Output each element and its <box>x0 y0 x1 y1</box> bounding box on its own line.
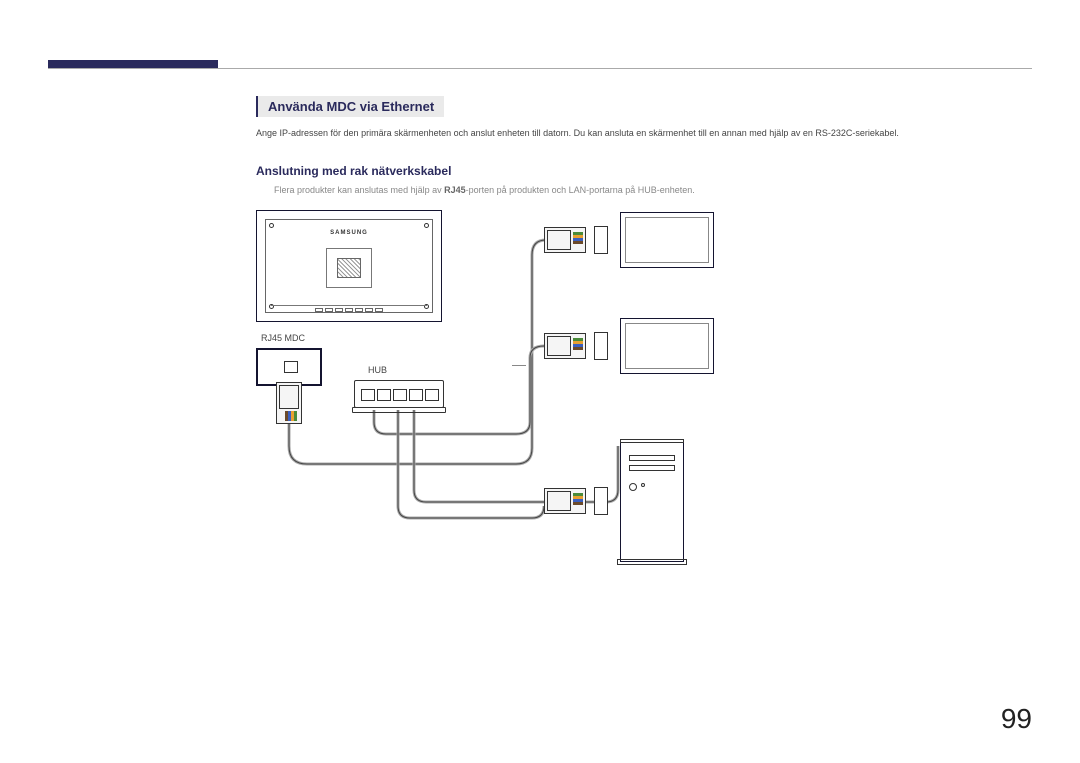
hub-icon <box>354 380 444 408</box>
note-bold: RJ45 <box>444 185 466 195</box>
sub-title: Anslutning med rak nätverkskabel <box>256 164 451 178</box>
brand-label: SAMSUNG <box>266 230 432 236</box>
socket-icon-b <box>594 226 608 254</box>
section-title: Använda MDC via Ethernet <box>256 96 444 117</box>
connection-diagram: SAMSUNG RJ45 MDC HUB <box>256 210 756 610</box>
header-divider <box>48 68 1032 69</box>
ethernet-plug-icon-d <box>544 488 586 514</box>
hub-label: HUB <box>368 365 387 375</box>
rj45-port-icon <box>256 348 322 386</box>
socket-icon-c <box>594 332 608 360</box>
main-display-rear-icon: SAMSUNG <box>256 210 442 322</box>
page-number: 99 <box>1001 703 1032 735</box>
note-suffix: -porten på produkten och LAN-portarna på… <box>466 185 695 195</box>
header-accent-bar <box>48 60 218 68</box>
note-line: Flera produkter kan anslutas med hjälp a… <box>256 185 695 195</box>
ethernet-plug-icon-a <box>276 382 302 424</box>
hub-base <box>352 407 446 413</box>
intro-paragraph: Ange IP-adressen för den primära skärmen… <box>256 128 899 138</box>
ethernet-plug-icon-b <box>544 227 586 253</box>
ethernet-plug-icon-c <box>544 333 586 359</box>
socket-icon-d <box>594 487 608 515</box>
display-icon-1 <box>620 212 714 268</box>
note-prefix: Flera produkter kan anslutas med hjälp a… <box>274 185 444 195</box>
rj45-label: RJ45 MDC <box>261 333 305 343</box>
display-icon-2 <box>620 318 714 374</box>
pc-tower-icon <box>620 442 684 562</box>
